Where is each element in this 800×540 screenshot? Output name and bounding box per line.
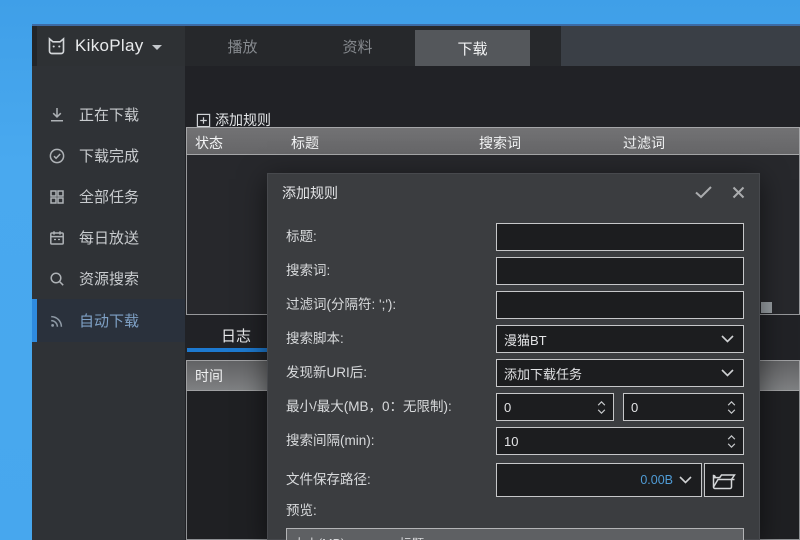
desktop: KikoPlay 播放 资料 下载 正在下载 — [0, 0, 800, 540]
save-path-select[interactable]: 0.00B — [496, 463, 702, 497]
preview-table[interactable]: 大小(MB) 标题 — [286, 528, 744, 540]
interval-stepper[interactable]: 10 — [496, 427, 744, 455]
calendar-icon — [48, 229, 66, 247]
search-icon — [48, 270, 66, 288]
filter-word-input[interactable] — [496, 291, 744, 319]
plus-box-icon — [196, 113, 211, 128]
sidebar-item-auto-download[interactable]: 自动下载 — [37, 299, 185, 342]
search-word-input[interactable] — [496, 257, 744, 285]
new-uri-select[interactable]: 添加下载任务 — [496, 359, 744, 387]
column-filter-word[interactable]: 过滤词 — [623, 133, 665, 153]
sidebar-item-daily-broadcast[interactable]: 每日放送 — [37, 217, 185, 258]
kikoplay-logo-icon — [46, 36, 67, 57]
folder-icon — [712, 471, 736, 490]
chevron-up-icon — [727, 435, 736, 440]
sidebar-item-completed[interactable]: 下载完成 — [37, 135, 185, 176]
preview-table-header: 大小(MB) 标题 — [287, 529, 743, 540]
min-size-stepper[interactable]: 0 — [496, 393, 614, 421]
download-icon — [48, 106, 66, 124]
tab-library[interactable]: 资料 — [300, 26, 415, 66]
column-search-word[interactable]: 搜索词 — [479, 133, 521, 153]
chevron-up-icon — [597, 401, 606, 406]
filter-word-field-label: 过滤词(分隔符: ';'): — [286, 291, 396, 319]
check-icon — [694, 185, 713, 199]
add-rule-dialog: 添加规则 标题: 搜索词: 过滤词(分隔符: ';'): 搜索脚本: — [267, 173, 760, 540]
script-select[interactable]: 漫猫BT — [496, 325, 744, 353]
tab-download[interactable]: 下载 — [415, 30, 530, 66]
sidebar-selection-indicator — [32, 299, 37, 342]
sidebar-item-downloading[interactable]: 正在下载 — [37, 94, 185, 135]
column-time[interactable]: 时间 — [195, 366, 223, 386]
close-button[interactable] — [727, 183, 749, 201]
sidebar: 正在下载 下载完成 全部任务 — [32, 66, 185, 540]
column-status[interactable]: 状态 — [195, 133, 223, 153]
preview-column-title: 标题 — [399, 533, 424, 540]
path-field-label: 文件保存路径: — [286, 466, 371, 494]
chevron-down-icon — [679, 476, 692, 484]
scrollbar-corner[interactable] — [761, 302, 772, 313]
rss-icon — [48, 312, 66, 330]
chevron-down-icon — [727, 443, 736, 448]
chevron-down-icon — [597, 409, 606, 414]
app-menu-button[interactable]: KikoPlay — [32, 26, 185, 66]
sidebar-item-all-tasks[interactable]: 全部任务 — [37, 176, 185, 217]
check-circle-icon — [48, 147, 66, 165]
browse-folder-button[interactable] — [704, 463, 744, 497]
title-input[interactable] — [496, 223, 744, 251]
path-size-text: 0.00B — [640, 473, 673, 487]
script-field-label: 搜索脚本: — [286, 325, 344, 353]
preview-label: 预览: — [286, 501, 317, 521]
confirm-button[interactable] — [692, 183, 714, 201]
max-size-stepper[interactable]: 0 — [623, 393, 744, 421]
main-tab-bar: 播放 资料 下载 — [185, 26, 561, 66]
sidebar-item-resource-search[interactable]: 资源搜索 — [37, 258, 185, 299]
chevron-down-icon — [727, 409, 736, 414]
search-word-field-label: 搜索词: — [286, 257, 330, 285]
app-window: KikoPlay 播放 资料 下载 正在下载 — [32, 24, 800, 540]
title-field-label: 标题: — [286, 223, 317, 251]
chevron-down-icon — [721, 369, 734, 377]
chevron-down-icon — [152, 45, 162, 50]
app-title: KikoPlay — [75, 36, 144, 56]
preview-column-size: 大小(MB) — [293, 533, 345, 540]
column-title[interactable]: 标题 — [291, 133, 319, 153]
chevron-up-icon — [727, 401, 736, 406]
stepper-arrows[interactable] — [727, 401, 736, 414]
stepper-arrows[interactable] — [727, 435, 736, 448]
dialog-title: 添加规则 — [282, 183, 338, 203]
new-uri-field-label: 发现新URI后: — [286, 359, 367, 387]
tab-play[interactable]: 播放 — [185, 26, 300, 66]
interval-field-label: 搜索间隔(min): — [286, 427, 375, 455]
grid-icon — [48, 188, 66, 206]
close-icon — [732, 186, 745, 199]
rules-table-header: 状态 标题 搜索词 过滤词 — [186, 127, 800, 155]
stepper-arrows[interactable] — [597, 401, 606, 414]
chevron-down-icon — [721, 335, 734, 343]
minmax-field-label: 最小/最大(MB，0：无限制): — [286, 393, 452, 421]
